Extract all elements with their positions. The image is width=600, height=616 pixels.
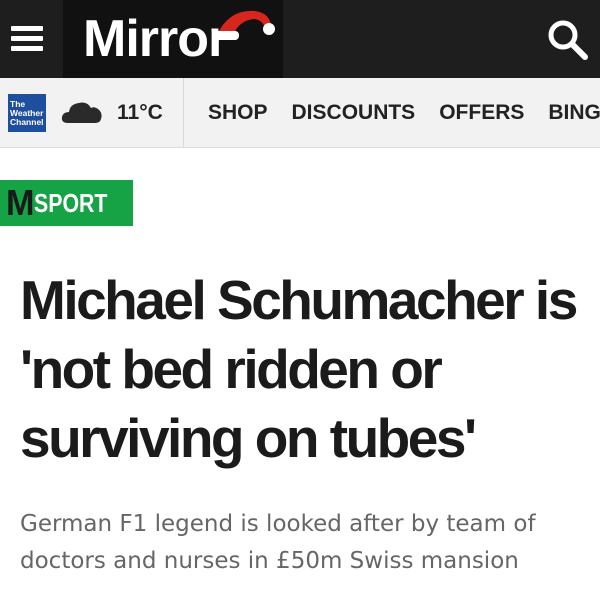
logo-text: Mirror [83, 10, 228, 68]
hamburger-menu-icon[interactable] [8, 19, 46, 59]
article-headline: Michael Schumacher is 'not bed ridden or… [20, 266, 580, 473]
mirror-logo[interactable]: Mirror [63, 0, 283, 78]
nav-bar: The Weather Channel 11°C SHOP DISCOUNTS OF… [0, 78, 600, 148]
article-standfirst: German F1 legend is looked after by team… [20, 506, 590, 580]
search-icon [548, 20, 588, 60]
nav-link-offers[interactable]: OFFERS [427, 78, 536, 147]
section-logo-letter: M [6, 182, 35, 223]
nav-link-bingo[interactable]: BINGO [536, 78, 600, 147]
temperature-reading[interactable]: 11°C [117, 78, 163, 147]
weather-logo-line: Channel [10, 117, 44, 127]
menu-line [11, 26, 43, 31]
top-bar: Mirror [0, 0, 600, 78]
nav-links: SHOPDISCOUNTSOFFERSBINGO [196, 78, 600, 147]
menu-line [11, 36, 43, 41]
weather-channel-logo[interactable]: The Weather Channel [8, 94, 46, 132]
section-badge-sport[interactable]: M SPORT [0, 180, 133, 226]
standfirst-line: doctors and nurses in £50m Swiss mansion [20, 548, 519, 574]
nav-link-shop[interactable]: SHOP [196, 78, 280, 147]
headline-line: surviving on tubes' [20, 407, 477, 469]
menu-line [11, 46, 43, 51]
section-label: SPORT [34, 188, 108, 218]
nav-link-discounts[interactable]: DISCOUNTS [280, 78, 428, 147]
headline-line: Michael Schumacher is [20, 269, 578, 331]
search-button[interactable] [544, 16, 590, 62]
santa-hat-icon [213, 10, 275, 40]
standfirst-line: German F1 legend is looked after by team… [20, 511, 536, 537]
cloud-icon [61, 102, 102, 123]
divider [183, 78, 184, 147]
headline-line: 'not bed ridden or [20, 338, 443, 400]
